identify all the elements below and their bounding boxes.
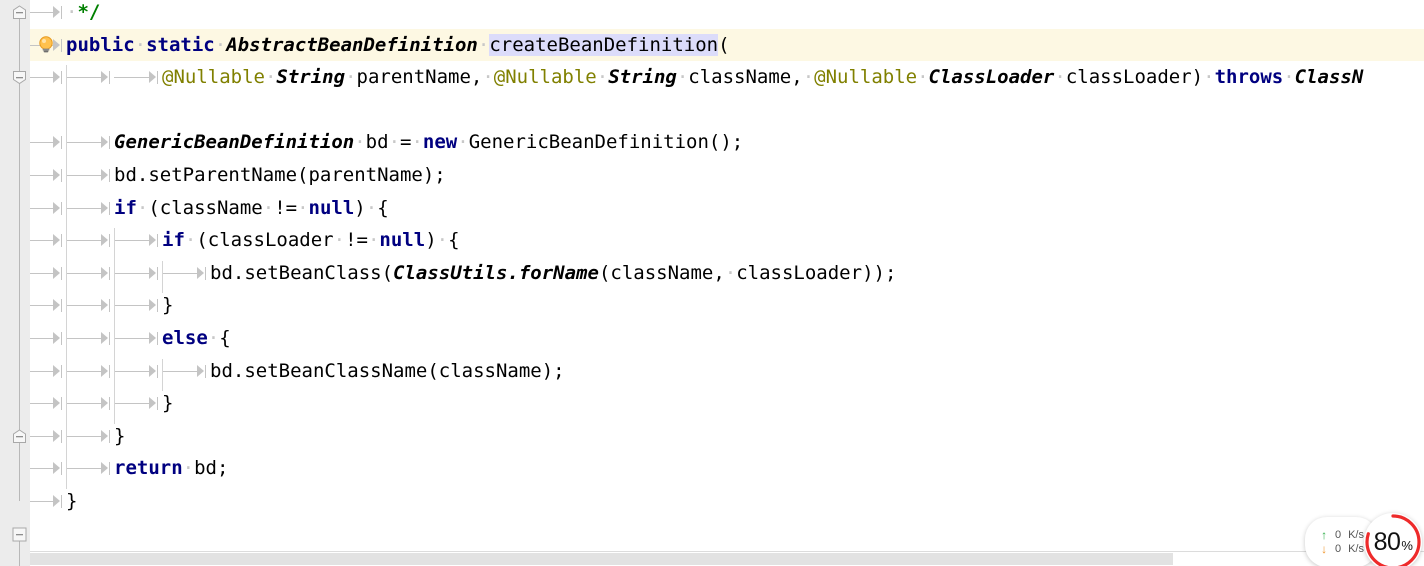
fold-marker-fold-end-house[interactable] (12, 429, 27, 444)
performance-widget[interactable]: ↑ 0 K/s ↓ 0 K/s 80% (1305, 513, 1422, 566)
upload-speed-unit: K/s (1348, 528, 1364, 541)
arrow-down-icon: ↓ (1321, 542, 1328, 556)
download-speed-row: ↓ 0 K/s (1321, 543, 1364, 556)
cpu-usage-text: 80% (1374, 528, 1413, 557)
ide-editor-window: ·*/public·static·AbstractBeanDefinition·… (0, 0, 1424, 566)
arrow-up-icon: ↑ (1321, 528, 1328, 542)
upload-speed-value: 0 (1334, 528, 1342, 541)
cpu-usage-ring[interactable]: 80% (1364, 513, 1422, 566)
horizontal-scrollbar-thumb[interactable] (30, 553, 1173, 565)
fold-marker-fold-end-house[interactable] (12, 5, 27, 20)
lightbulb-icon[interactable] (36, 35, 56, 55)
download-speed-unit: K/s (1348, 542, 1364, 555)
cpu-usage-value: 80 (1373, 527, 1401, 556)
upload-speed-row: ↑ 0 K/s (1321, 529, 1364, 542)
gutter-overlay (0, 0, 1424, 566)
code-fold-line (19, 12, 20, 501)
fold-marker-fold-collapsed-box[interactable] (12, 527, 27, 542)
scrollbar-divider (30, 551, 1424, 552)
download-speed-value: 0 (1334, 542, 1342, 555)
fold-marker-fold-start-house[interactable] (12, 70, 27, 85)
cpu-usage-suffix: % (1401, 537, 1413, 553)
